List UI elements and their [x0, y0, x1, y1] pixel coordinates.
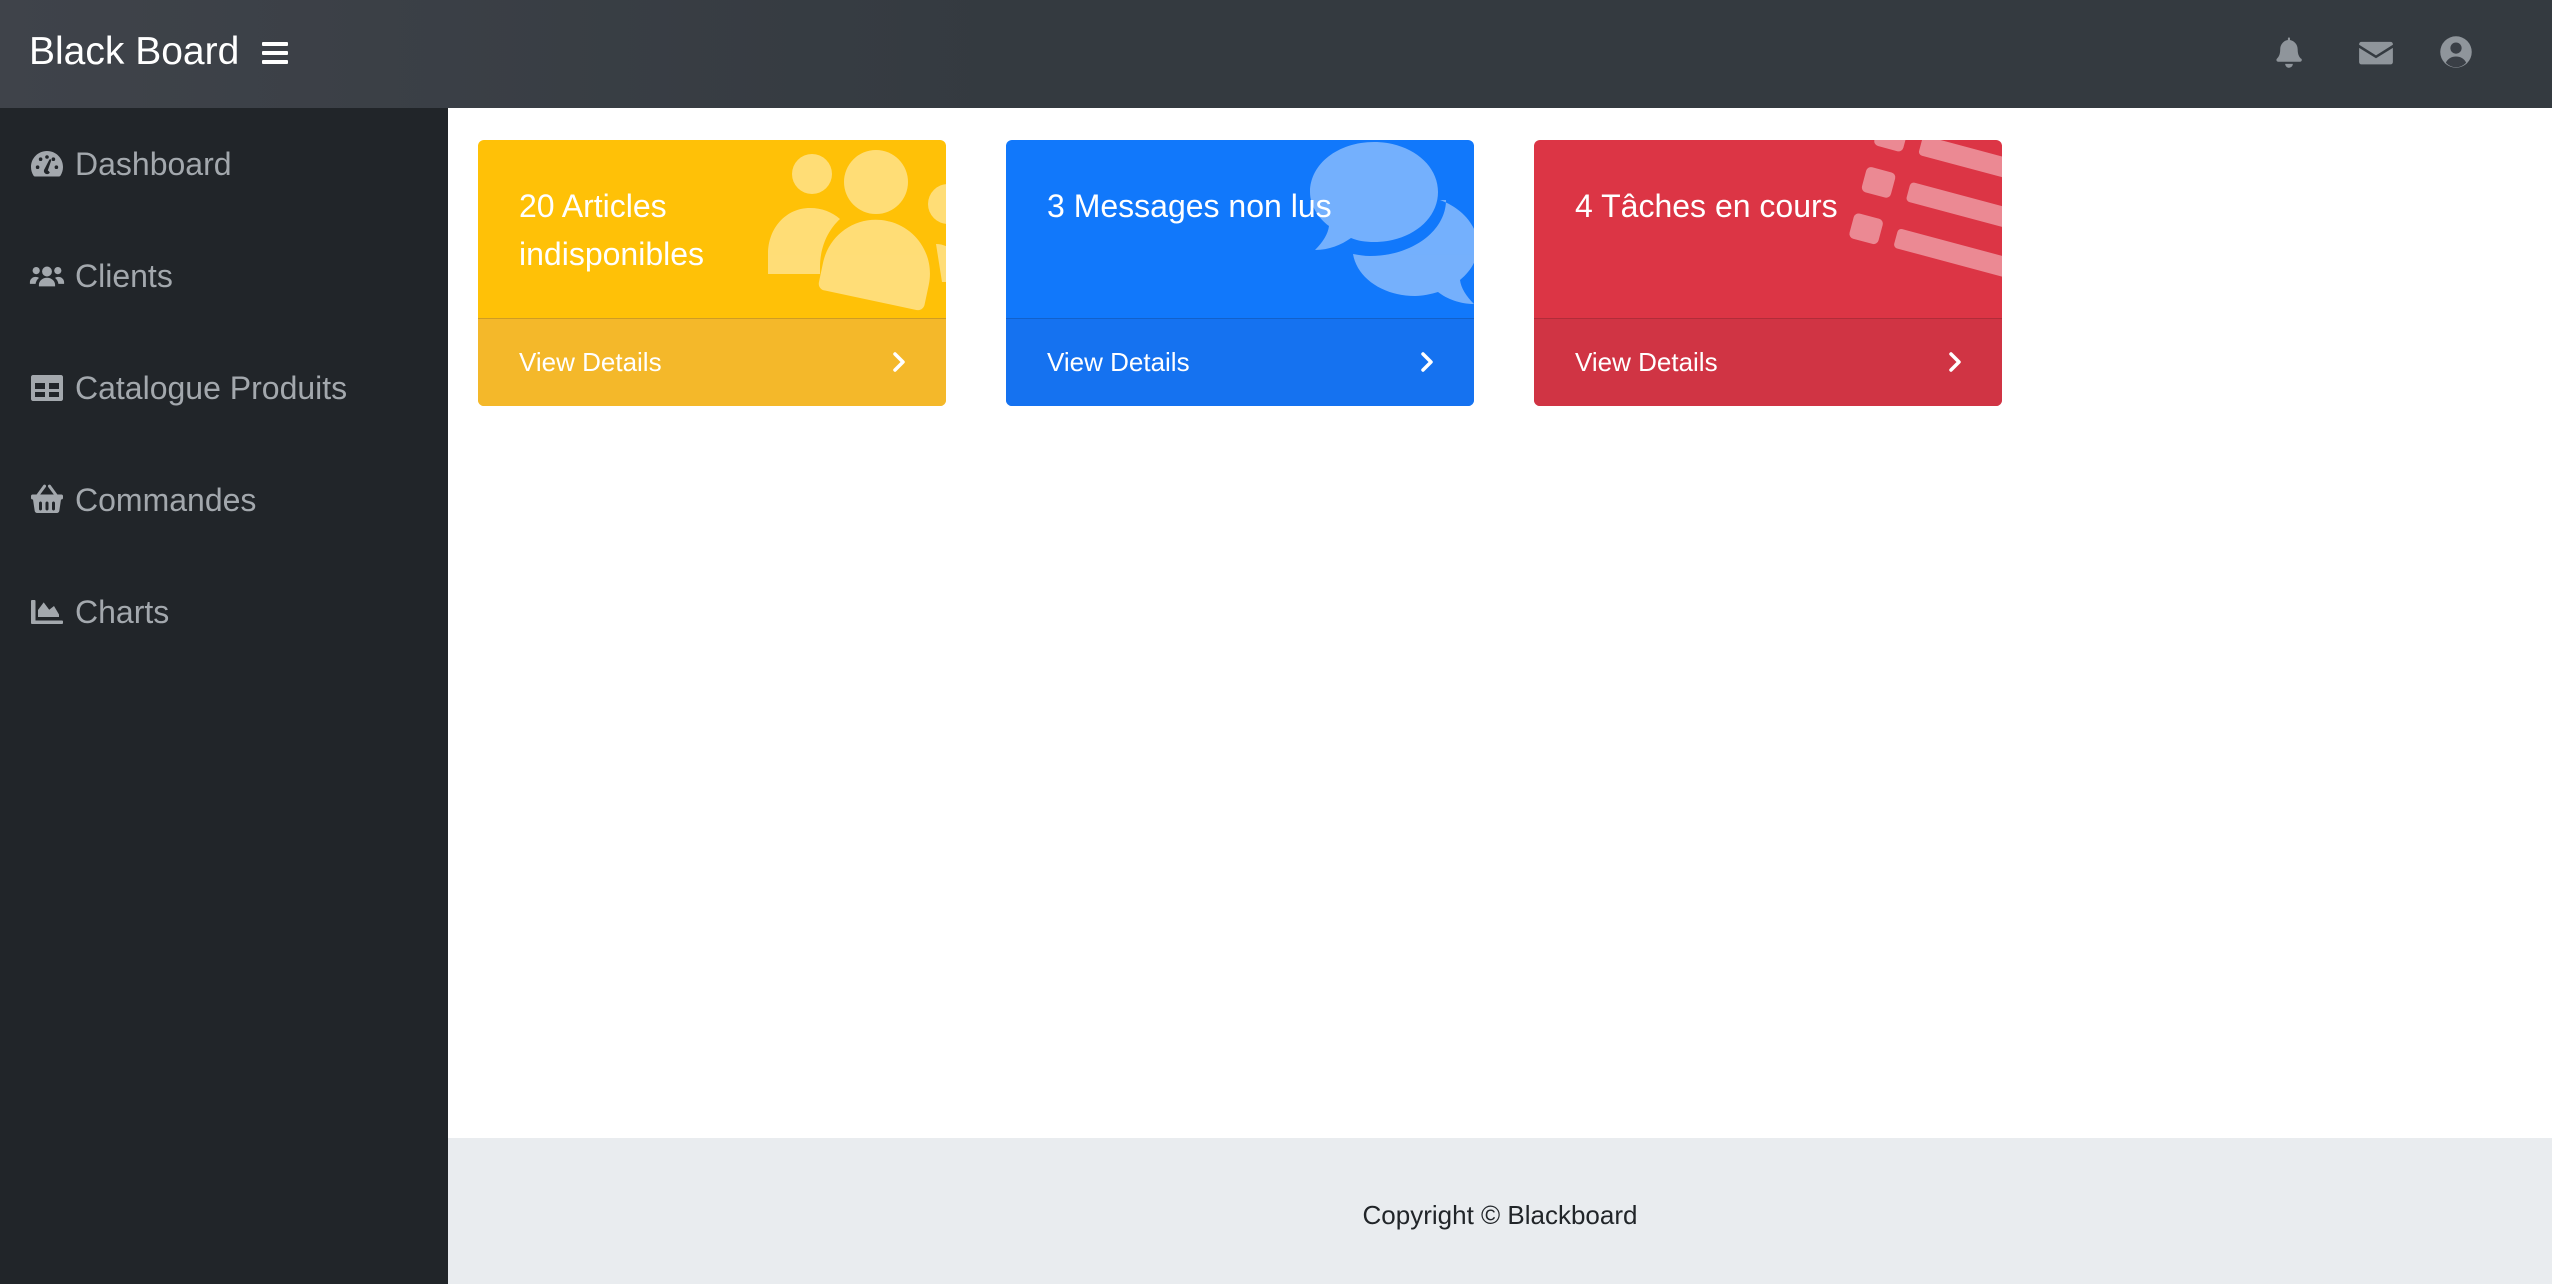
main-content: 20 Articles indisponibles View Details 3…	[448, 108, 2552, 1138]
view-details-link[interactable]: View Details	[1047, 345, 1190, 379]
tachometer-icon	[29, 147, 69, 181]
shopping-basket-icon	[29, 483, 69, 517]
view-details-link[interactable]: View Details	[1575, 345, 1718, 379]
sidebar-item-commandes[interactable]: Commandes	[29, 474, 429, 526]
chevron-right-icon	[1949, 352, 1961, 372]
card-title: 3 Messages non lus	[1047, 188, 1332, 224]
sidebar-item-label: Clients	[75, 257, 173, 294]
card-messages-non-lus[interactable]: 3 Messages non lus View Details	[1006, 140, 1474, 406]
card-body: 3 Messages non lus	[1006, 140, 1474, 318]
sidebar-item-clients[interactable]: Clients	[29, 250, 429, 302]
card-body: 20 Articles indisponibles	[478, 140, 946, 318]
card-taches-en-cours[interactable]: 4 Tâches en cours View Details	[1534, 140, 2002, 406]
view-details-link[interactable]: View Details	[519, 345, 662, 379]
sidebar-item-label: Catalogue Produits	[75, 369, 348, 406]
card-footer-link[interactable]: View Details	[478, 318, 946, 406]
brand-title[interactable]: Black Board	[29, 28, 239, 76]
table-icon	[29, 371, 69, 405]
sidebar-item-label: Commandes	[75, 481, 257, 518]
card-footer-link[interactable]: View Details	[1006, 318, 1474, 406]
top-navbar: Black Board	[0, 0, 2552, 108]
card-title: 20 Articles indisponibles	[519, 188, 705, 272]
envelope-icon[interactable]	[2358, 34, 2394, 70]
sidebar-toggle-icon[interactable]	[262, 40, 288, 66]
card-body: 4 Tâches en cours	[1534, 140, 2002, 318]
card-title: 4 Tâches en cours	[1575, 188, 1838, 224]
sidebar-item-charts[interactable]: Charts	[29, 586, 429, 638]
copyright-text: Copyright © Blackboard	[1362, 1200, 1638, 1230]
chevron-right-icon	[1421, 352, 1433, 372]
card-articles-indisponibles[interactable]: 20 Articles indisponibles View Details	[478, 140, 946, 406]
card-footer-link[interactable]: View Details	[1534, 318, 2002, 406]
sidebar-item-dashboard[interactable]: Dashboard	[29, 138, 429, 190]
area-chart-icon	[29, 595, 69, 629]
page-footer: Copyright © Blackboard	[448, 1138, 2552, 1284]
sidebar-item-label: Dashboard	[75, 145, 232, 182]
users-icon	[29, 259, 69, 293]
sidebar-item-catalogue-produits[interactable]: Catalogue Produits	[29, 362, 429, 414]
sidebar-item-label: Charts	[75, 593, 170, 630]
sidebar: Dashboard Clients Catalogue Produits Com…	[0, 108, 448, 1284]
user-circle-icon[interactable]	[2438, 34, 2474, 70]
chevron-right-icon	[893, 352, 905, 372]
bell-icon[interactable]	[2271, 34, 2307, 70]
users-icon	[768, 150, 946, 311]
